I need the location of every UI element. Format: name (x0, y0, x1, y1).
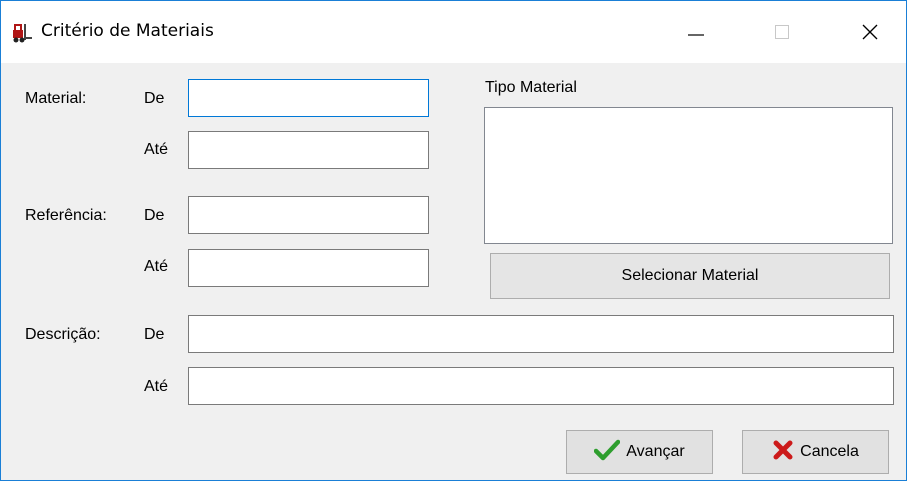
material-from-input[interactable] (188, 79, 429, 117)
minimize-button[interactable] (661, 1, 731, 63)
checkmark-icon (594, 439, 621, 466)
descricao-to-label: Até (144, 378, 169, 395)
referencia-to-label: Até (144, 258, 169, 275)
next-button[interactable]: Avançar (566, 430, 713, 474)
dialog-window: Critério de Materiais Material: De Até R… (0, 0, 907, 481)
cancel-button[interactable]: Cancela (742, 430, 889, 474)
referencia-from-input[interactable] (188, 196, 429, 234)
referencia-from-label: De (144, 207, 165, 224)
close-button[interactable] (835, 1, 905, 63)
window-title: Critério de Materiais (41, 21, 214, 41)
tipo-material-label: Tipo Material (485, 79, 577, 96)
dialog-body: Material: De Até Referência: De Até Desc… (1, 63, 906, 480)
select-material-label: Selecionar Material (621, 267, 759, 284)
descricao-to-input[interactable] (188, 367, 894, 405)
maximize-icon (775, 25, 789, 39)
material-to-label: Até (144, 141, 169, 158)
referencia-label: Referência: (25, 207, 107, 224)
descricao-from-label: De (144, 326, 165, 343)
next-label: Avançar (626, 443, 685, 460)
minimize-icon (688, 34, 704, 36)
maximize-button[interactable] (747, 1, 817, 63)
title-bar[interactable]: Critério de Materiais (1, 1, 906, 63)
close-icon (862, 24, 878, 40)
material-from-label: De (144, 90, 165, 107)
tipo-material-list[interactable] (484, 107, 893, 244)
material-to-input[interactable] (188, 131, 429, 169)
material-label: Material: (25, 90, 87, 107)
descricao-from-input[interactable] (188, 315, 894, 353)
forklift-icon (11, 22, 33, 44)
descricao-label: Descrição: (25, 326, 101, 343)
referencia-to-input[interactable] (188, 249, 429, 287)
x-icon (772, 439, 794, 466)
cancel-label: Cancela (800, 443, 859, 460)
select-material-button[interactable]: Selecionar Material (490, 253, 890, 299)
